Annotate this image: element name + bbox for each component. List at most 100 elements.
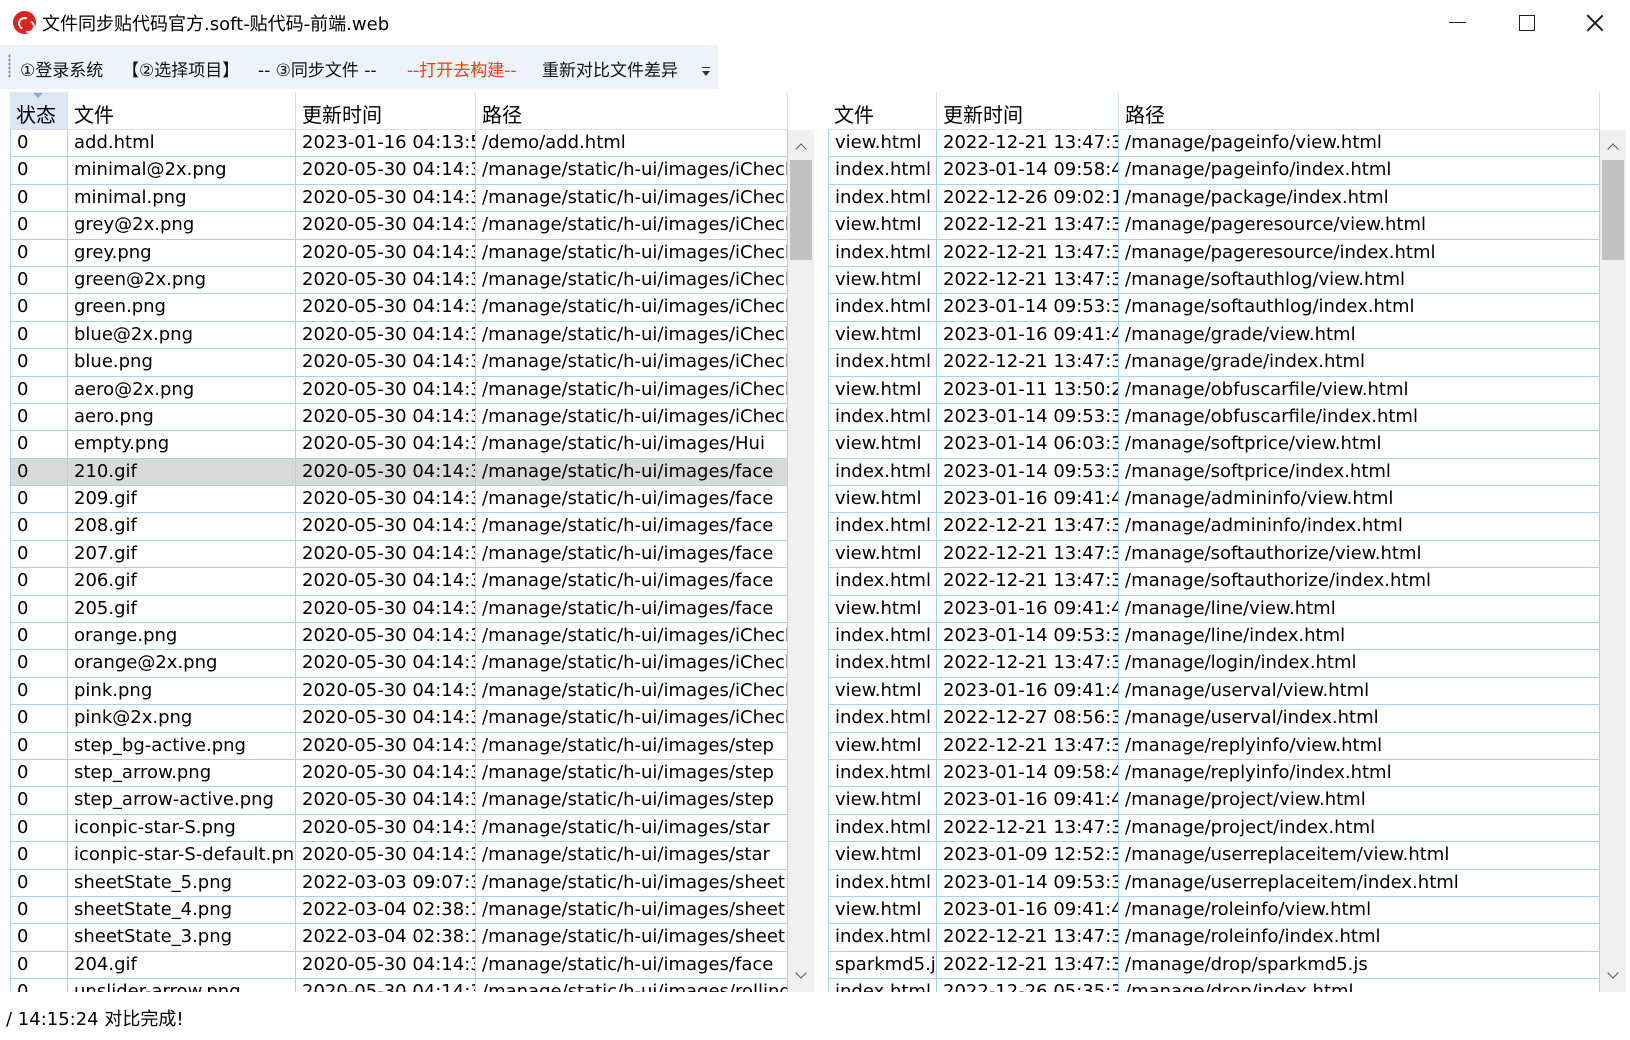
maximize-button[interactable] <box>1492 0 1562 45</box>
column-header-time[interactable]: 更新时间 <box>296 92 476 130</box>
toolbar-overflow-icon[interactable] <box>701 67 711 79</box>
table-row[interactable]: 0 unslider-arrow.png 2020-05-30 04:14:36/m… <box>10 979 788 992</box>
table-row[interactable]: 0 step_arrow.png 2020-05-30 04:14:36/manag… <box>10 759 788 788</box>
table-row[interactable]: view.html 2022-12-21 13:47:39/manage/soft… <box>828 540 1600 569</box>
sync-files-button[interactable]: -- ③同步文件 -- <box>258 56 377 81</box>
table-row[interactable]: view.html 2023-01-16 09:41:42/manage/user… <box>828 677 1600 706</box>
table-row[interactable]: 0 208.gif 2020-05-30 04:14:36/manage/stati… <box>10 513 788 541</box>
table-cell: 2023-01-16 09:41:42 <box>937 595 1119 624</box>
table-row[interactable]: index.html 2022-12-21 13:47:38/manage/pro… <box>828 814 1600 843</box>
table-row[interactable]: view.html 2023-01-16 09:41:42/manage/admi… <box>828 486 1600 514</box>
table-cell: aero@2x.png <box>68 376 296 404</box>
table-row[interactable]: 0 blue@2x.png 2020-05-30 04:14:36/manage/s… <box>10 321 788 350</box>
column-header-time[interactable]: 更新时间 <box>937 92 1119 130</box>
table-row[interactable]: 0 iconpic-star-S-default.png 2020-05-30 04… <box>10 842 788 870</box>
table-row[interactable]: view.html 2022-12-21 13:47:39/manage/soft… <box>828 266 1600 295</box>
table-row[interactable]: 0 green.png 2020-05-30 04:14:36/manage/sta… <box>10 294 788 322</box>
scroll-down-icon[interactable] <box>1608 972 1618 980</box>
remote-files-grid[interactable]: 文件 更新时间 路径 view.html 2022-12-21 13:47:38/… <box>828 92 1600 992</box>
table-row[interactable]: 0 step_bg-active.png 2020-05-30 04:14:36/m… <box>10 732 788 760</box>
table-row[interactable]: view.html 2023-01-16 09:41:42/manage/proj… <box>828 787 1600 815</box>
table-row[interactable]: 0 210.gif 2020-05-30 04:14:36/manage/stati… <box>10 458 788 487</box>
table-row[interactable]: index.html 2022-12-21 13:47:39/manage/sof… <box>828 568 1600 596</box>
table-row[interactable]: view.html 2023-01-09 12:52:32/manage/user… <box>828 842 1600 870</box>
table-row[interactable]: sparkmd5.js 2022-12-21 13:47:36/manage/dr… <box>828 951 1600 980</box>
table-row[interactable]: 0 209.gif 2020-05-30 04:14:36/manage/stati… <box>10 486 788 514</box>
table-row[interactable]: 0 grey.png 2020-05-30 04:14:36/manage/stat… <box>10 239 788 267</box>
table-row[interactable]: 0 207.gif 2020-05-30 04:14:36/manage/stati… <box>10 540 788 569</box>
scroll-thumb[interactable] <box>790 160 812 260</box>
table-row[interactable]: 0 aero.png 2020-05-30 04:14:36/manage/stat… <box>10 403 788 432</box>
login-button[interactable]: ①登录系统 <box>20 56 103 81</box>
local-files-grid[interactable]: 状态 文件 更新时间 路径 0 add.html 2023-01-16 04:13:… <box>10 92 788 992</box>
table-row[interactable]: 0 grey@2x.png 2020-05-30 04:14:36/manage/s… <box>10 212 788 240</box>
table-row[interactable]: 0 sheetState_5.png 2022-03-03 09:07:34/man… <box>10 869 788 897</box>
table-row[interactable]: 0 aero@2x.png 2020-05-30 04:14:36/manage/s… <box>10 376 788 404</box>
remote-grid-scrollbar[interactable] <box>1600 130 1626 992</box>
close-button[interactable] <box>1560 0 1630 45</box>
table-row[interactable]: index.html 2022-12-27 08:56:38/manage/use… <box>828 705 1600 733</box>
table-row[interactable]: index.html 2022-12-21 13:47:39/manage/rol… <box>828 924 1600 952</box>
table-row[interactable]: view.html 2023-01-14 06:03:37/manage/soft… <box>828 431 1600 459</box>
table-row[interactable]: 0 orange.png 2020-05-30 04:14:36/manage/st… <box>10 623 788 651</box>
table-row[interactable]: 0 orange@2x.png 2020-05-30 04:14:36/manage… <box>10 650 788 678</box>
table-row[interactable]: view.html 2023-01-16 09:41:42/manage/grad… <box>828 321 1600 350</box>
recompare-button[interactable]: 重新对比文件差异 <box>542 56 678 81</box>
scroll-up-icon[interactable] <box>796 142 806 150</box>
table-row[interactable]: 0 minimal@2x.png 2020-05-30 04:14:36/manag… <box>10 157 788 185</box>
column-header-path[interactable]: 路径 <box>476 92 788 130</box>
table-row[interactable]: 0 pink@2x.png 2020-05-30 04:14:36/manage/s… <box>10 705 788 733</box>
table-row[interactable]: index.html 2023-01-14 09:53:36/manage/lin… <box>828 623 1600 651</box>
table-row[interactable]: 0 blue.png 2020-05-30 04:14:36/manage/stat… <box>10 349 788 377</box>
table-row[interactable]: 0 pink.png 2020-05-30 04:14:36/manage/stat… <box>10 677 788 706</box>
table-cell: index.html <box>828 814 937 843</box>
table-cell: /manage/static/h-ui/images/face <box>476 951 788 980</box>
table-cell: view.html <box>828 321 937 350</box>
table-row[interactable]: view.html 2023-01-16 09:41:42/manage/role… <box>828 896 1600 925</box>
table-row[interactable]: index.html 2023-01-14 09:53:37/manage/obf… <box>828 403 1600 432</box>
table-row[interactable]: index.html 2022-12-21 13:47:35/manage/adm… <box>828 513 1600 541</box>
table-row[interactable]: 0 sheetState_3.png 2022-03-04 02:38:17/man… <box>10 924 788 952</box>
table-row[interactable]: index.html 2022-12-26 09:02:14/manage/pac… <box>828 184 1600 213</box>
select-project-button[interactable]: 【②选择项目】 <box>122 56 239 81</box>
column-header-file[interactable]: 文件 <box>828 92 937 130</box>
open-build-button[interactable]: --打开去构建-- <box>407 56 517 81</box>
column-header-path[interactable]: 路径 <box>1119 92 1600 130</box>
table-cell: 0 <box>10 458 68 487</box>
table-row[interactable]: 0 empty.png 2020-05-30 04:14:36/manage/sta… <box>10 431 788 459</box>
table-row[interactable]: 0 green@2x.png 2020-05-30 04:14:36/manage/… <box>10 266 788 295</box>
table-row[interactable]: 0 206.gif 2020-05-30 04:14:36/manage/stati… <box>10 568 788 596</box>
scroll-thumb[interactable] <box>1602 160 1624 260</box>
table-row[interactable]: index.html 2023-01-14 09:58:45/manage/rep… <box>828 759 1600 788</box>
table-row[interactable]: index.html 2023-01-14 09:53:37/manage/sof… <box>828 458 1600 487</box>
table-row[interactable]: index.html 2023-01-14 09:53:37/manage/sof… <box>828 294 1600 322</box>
table-row[interactable]: 0 minimal.png 2020-05-30 04:14:36/manage/s… <box>10 184 788 213</box>
local-grid-scrollbar[interactable] <box>788 130 814 992</box>
table-row[interactable]: 0 204.gif 2020-05-30 04:14:36/manage/stati… <box>10 951 788 980</box>
table-row[interactable]: index.html 2023-01-14 09:53:37/manage/use… <box>828 869 1600 897</box>
table-cell: 2023-01-16 09:41:42 <box>937 896 1119 925</box>
table-row[interactable]: 0 sheetState_4.png 2022-03-04 02:38:17/man… <box>10 896 788 925</box>
column-header-file[interactable]: 文件 <box>68 92 296 130</box>
table-row[interactable]: 0 step_arrow-active.png 2020-05-30 04:14:3… <box>10 787 788 815</box>
table-row[interactable]: view.html 2023-01-16 09:41:42/manage/line… <box>828 595 1600 624</box>
table-row[interactable]: view.html 2022-12-21 13:47:38/manage/page… <box>828 130 1600 158</box>
table-row[interactable]: index.html 2022-12-21 13:47:38/manage/pag… <box>828 239 1600 267</box>
table-row[interactable]: view.html 2022-12-21 13:47:39/manage/repl… <box>828 732 1600 760</box>
table-row[interactable]: index.html 2022-12-21 13:47:38/manage/log… <box>828 650 1600 678</box>
table-row[interactable]: index.html 2022-12-21 13:47:36/manage/gra… <box>828 349 1600 377</box>
scroll-down-icon[interactable] <box>796 972 806 980</box>
minimize-button[interactable] <box>1422 0 1492 45</box>
table-row[interactable]: 0 iconpic-star-S.png 2020-05-30 04:14:36/m… <box>10 814 788 843</box>
scroll-up-icon[interactable] <box>1608 142 1618 150</box>
table-row[interactable]: index.html 2023-01-14 09:58:45/manage/pag… <box>828 157 1600 185</box>
table-row[interactable]: view.html 2023-01-11 13:50:23/manage/obfu… <box>828 376 1600 404</box>
table-row[interactable]: 0 205.gif 2020-05-30 04:14:36/manage/stati… <box>10 595 788 624</box>
table-cell: 2022-12-26 05:35:34 <box>937 979 1119 992</box>
toolbar-grip-icon[interactable] <box>8 54 11 78</box>
column-header-status[interactable]: 状态 <box>10 92 68 130</box>
table-row[interactable]: index.html 2022-12-26 05:35:34/manage/dro… <box>828 979 1600 992</box>
column-header-label: 文件 <box>74 103 114 127</box>
table-row[interactable]: 0 add.html 2023-01-16 04:13:58/demo/add.ht… <box>10 130 788 158</box>
table-row[interactable]: view.html 2022-12-21 13:47:38/manage/page… <box>828 212 1600 240</box>
